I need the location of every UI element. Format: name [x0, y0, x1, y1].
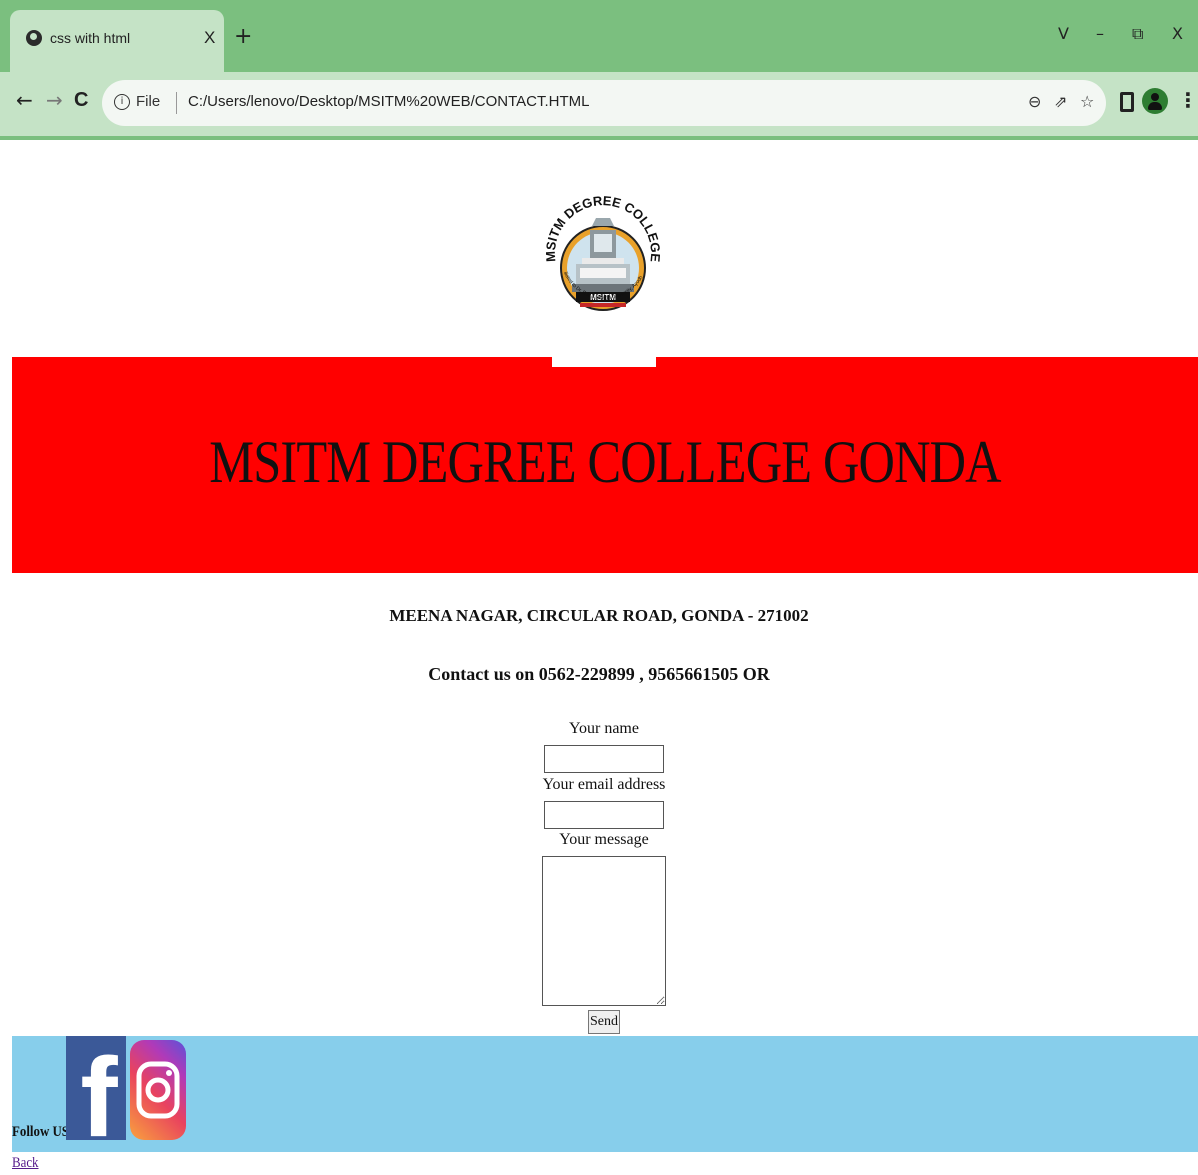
page-title: MSITM DEGREE COLLEGE GONDA: [209, 429, 1001, 495]
back-link[interactable]: Back: [12, 1155, 39, 1172]
college-address: MEENA NAGAR, CIRCULAR ROAD, GONDA - 2710…: [389, 606, 809, 625]
more-menu-icon[interactable]: ⋮: [1178, 88, 1198, 112]
tab-search-icon[interactable]: V: [1058, 24, 1069, 43]
side-panel-icon[interactable]: [1120, 92, 1134, 112]
email-input[interactable]: [544, 801, 664, 829]
browser-tab[interactable]: css with html X: [10, 10, 224, 72]
restore-button[interactable]: ⧉: [1132, 24, 1143, 44]
reload-icon[interactable]: C: [74, 90, 88, 110]
footer: [12, 1036, 1198, 1152]
address-divider: [176, 92, 177, 114]
close-window-button[interactable]: X: [1172, 24, 1183, 43]
instagram-icon[interactable]: [130, 1040, 186, 1140]
tab-close-icon[interactable]: X: [204, 28, 215, 48]
email-label: Your email address: [542, 776, 666, 793]
info-icon[interactable]: i: [114, 94, 130, 110]
minimize-button[interactable]: –: [1096, 24, 1104, 43]
message-label: Your message: [559, 831, 649, 848]
college-logo: MSITM MSITM DEGREE COLLEGE Affiliated to…: [546, 148, 660, 311]
browser-chrome: css with html X + V – ⧉ X ← → C i File C…: [0, 0, 1198, 140]
address-url[interactable]: C:/Users/lenovo/Desktop/MSITM%20WEB/CONT…: [188, 93, 589, 110]
share-icon[interactable]: ⇗: [1054, 92, 1067, 111]
send-button[interactable]: Send: [588, 1010, 620, 1034]
contact-numbers: Contact us on 0562-229899 , 9565661505 O…: [428, 664, 770, 684]
address-scheme: File: [136, 93, 161, 110]
zoom-icon[interactable]: ⊖: [1028, 92, 1041, 111]
back-arrow-icon[interactable]: ←: [16, 90, 33, 110]
browser-toolbar: ← → C i File C:/Users/lenovo/Desktop/MSI…: [0, 72, 1198, 136]
banner-notch: [552, 357, 656, 367]
message-textarea[interactable]: [542, 856, 666, 1006]
bookmark-star-icon[interactable]: ☆: [1080, 92, 1094, 111]
follow-us-label: Follow US:: [12, 1124, 74, 1140]
new-tab-button[interactable]: +: [234, 26, 252, 48]
name-label: Your name: [569, 720, 639, 737]
profile-avatar-icon[interactable]: [1142, 88, 1168, 114]
tab-title: css with html: [50, 30, 131, 46]
facebook-glyph: f: [80, 1036, 118, 1140]
name-input[interactable]: [544, 745, 664, 773]
address-bar[interactable]: i File C:/Users/lenovo/Desktop/MSITM%20W…: [102, 80, 1106, 126]
forward-arrow-icon[interactable]: →: [46, 90, 63, 110]
globe-icon: [26, 30, 42, 46]
facebook-icon[interactable]: f: [66, 1035, 126, 1160]
